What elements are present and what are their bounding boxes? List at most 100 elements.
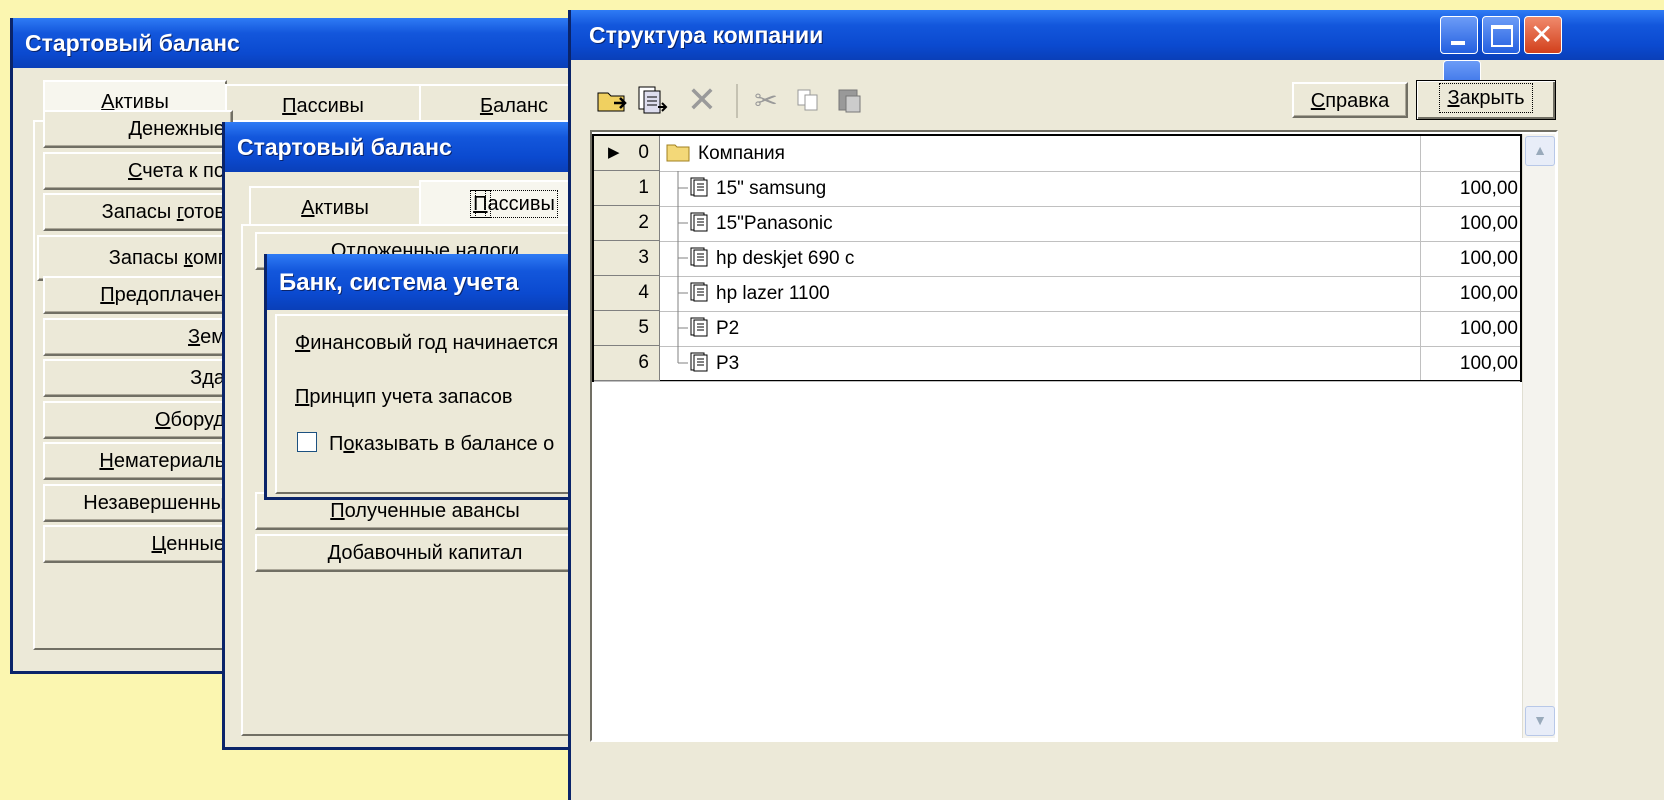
securities-button[interactable]: Ценные (43, 525, 233, 563)
receivables-button[interactable]: Счета к по (43, 151, 233, 190)
button-label: Закрыть (1439, 83, 1533, 113)
additional-capital-button[interactable]: Добавочный капитал (255, 534, 595, 572)
inventory-principle-label: Принцип учета запасов (295, 386, 513, 408)
table-row[interactable]: ▶ 0 Компания (594, 136, 1520, 172)
scroll-down-button[interactable]: ▼ (1525, 706, 1555, 736)
table-row[interactable]: 5 P2 100,00 (594, 311, 1520, 347)
row-number: 5 (594, 311, 660, 346)
cash-button[interactable]: Денежные (43, 110, 233, 148)
button-label: Незавершенны (83, 491, 225, 514)
paste-icon[interactable] (832, 82, 868, 118)
components-stock-button[interactable]: Запасы комг (37, 234, 233, 281)
row-number: 2 (594, 206, 660, 241)
tree-line (666, 276, 690, 311)
minimize-button[interactable] (1440, 16, 1478, 54)
item-name: Компания (698, 143, 785, 164)
tab-label: Баланс (479, 95, 549, 117)
maximize-button[interactable] (1482, 16, 1520, 54)
item-value: 100,00 (1459, 248, 1518, 269)
intangibles-button[interactable]: Нематериаль (43, 442, 233, 480)
button-label: Денежные (128, 118, 225, 140)
button-label: Добавочный капитал (327, 542, 523, 564)
add-folder-icon[interactable] (594, 82, 630, 118)
show-in-balance-checkbox[interactable]: Показывать в балансе о (297, 432, 554, 456)
item-value: 100,00 (1459, 353, 1518, 374)
tree-node[interactable]: Компания (666, 136, 785, 171)
equipment-button[interactable]: Оборуд (43, 400, 233, 439)
grid-scrollbar[interactable]: ▲ ▼ (1522, 134, 1555, 738)
tree-line (666, 206, 690, 241)
button-label: Счета к по (128, 159, 225, 182)
item-value: 100,00 (1459, 318, 1518, 339)
checkbox-box[interactable] (297, 432, 317, 452)
balance-window-front-titlebar[interactable]: Стартовый баланс (225, 122, 599, 172)
buildings-button[interactable]: Зда (43, 359, 233, 397)
copy-icon[interactable] (790, 82, 826, 118)
close-button[interactable]: Закрыть (1416, 80, 1556, 120)
row-number: ▶ 0 (594, 136, 660, 171)
table-row[interactable]: 1 15" samsung 100,00 (594, 171, 1520, 207)
tree-node[interactable]: P2 (666, 311, 739, 346)
row-number: 6 (594, 346, 660, 381)
help-button[interactable]: Справка (1292, 82, 1408, 118)
checkbox-label: Показывать в балансе о (329, 433, 555, 455)
tree-line (666, 346, 690, 374)
item-name: hp lazer 1100 (716, 283, 830, 304)
tab-assets[interactable]: Активы (249, 186, 421, 226)
bank-settings-titlebar[interactable]: Банк, система учета (267, 254, 581, 310)
row-number: 4 (594, 276, 660, 311)
tab-liabilities[interactable]: Пассивы (225, 84, 421, 122)
table-row[interactable]: 4 hp lazer 1100 100,00 (594, 276, 1520, 312)
land-button[interactable]: Зем (43, 317, 233, 356)
tree-node[interactable]: 15" samsung (666, 171, 826, 206)
current-row-icon: ▶ (608, 144, 620, 161)
window-title: Банк, система учета (279, 269, 519, 296)
item-value: 100,00 (1459, 213, 1518, 234)
item-name: hp deskjet 690 c (716, 248, 855, 269)
item-value: 100,00 (1459, 283, 1518, 304)
table-row[interactable]: 3 hp deskjet 690 c 100,00 (594, 241, 1520, 277)
tab-label: Пассивы (282, 95, 364, 117)
construction-button[interactable]: Незавершенны (43, 483, 233, 522)
row-number: 3 (594, 241, 660, 276)
item-value: 100,00 (1459, 178, 1518, 199)
window-title: Стартовый баланс (25, 30, 240, 56)
document-icon (690, 247, 708, 269)
scroll-up-button[interactable]: ▲ (1525, 136, 1555, 166)
table-row[interactable]: 2 15"Panasonic 100,00 (594, 206, 1520, 242)
fin-year-label: Финансовый год начинается (295, 332, 559, 354)
button-label: Ценные (151, 533, 225, 555)
tree-node[interactable]: P3 (666, 346, 739, 381)
finished-goods-button[interactable]: Запасы готов (43, 193, 233, 231)
table-row[interactable]: 6 P3 100,00 (594, 346, 1520, 382)
button-label: Полученные авансы (330, 500, 520, 522)
button-label: Предоплачен (100, 284, 225, 306)
prepaid-button[interactable]: Предоплачен (43, 276, 233, 314)
button-label: Запасы комг (108, 246, 225, 269)
tree-line (666, 241, 690, 276)
document-icon (690, 212, 708, 234)
close-window-button[interactable]: ✕ (1524, 16, 1562, 54)
button-label: Запасы готов (101, 201, 225, 223)
balance-window-back-titlebar[interactable]: Стартовый баланс (13, 18, 607, 68)
add-item-icon[interactable] (634, 82, 670, 118)
tab-label: Активы (301, 197, 369, 219)
item-name: P2 (716, 318, 740, 339)
toolbar-separator (736, 84, 738, 118)
bank-settings-window: Банк, система учета Финансовый год начин… (264, 254, 587, 500)
button-label: Нематериаль (99, 450, 225, 472)
minimize-icon (1451, 41, 1465, 45)
tree-node[interactable]: hp deskjet 690 c (666, 241, 854, 276)
item-name: 15" samsung (716, 178, 827, 199)
maximize-icon (1491, 25, 1513, 47)
item-name: P3 (716, 353, 740, 374)
close-icon: ✕ (1530, 19, 1554, 50)
window-title: Стартовый баланс (237, 134, 452, 160)
cut-icon[interactable]: ✂ (748, 82, 784, 118)
delete-icon[interactable]: ✕ (684, 82, 720, 118)
tree-node[interactable]: hp lazer 1100 (666, 276, 830, 311)
folder-icon (666, 143, 690, 164)
tree-node[interactable]: 15"Panasonic (666, 206, 833, 241)
tab-label: Пассивы (470, 190, 558, 218)
tree-line (666, 311, 690, 346)
